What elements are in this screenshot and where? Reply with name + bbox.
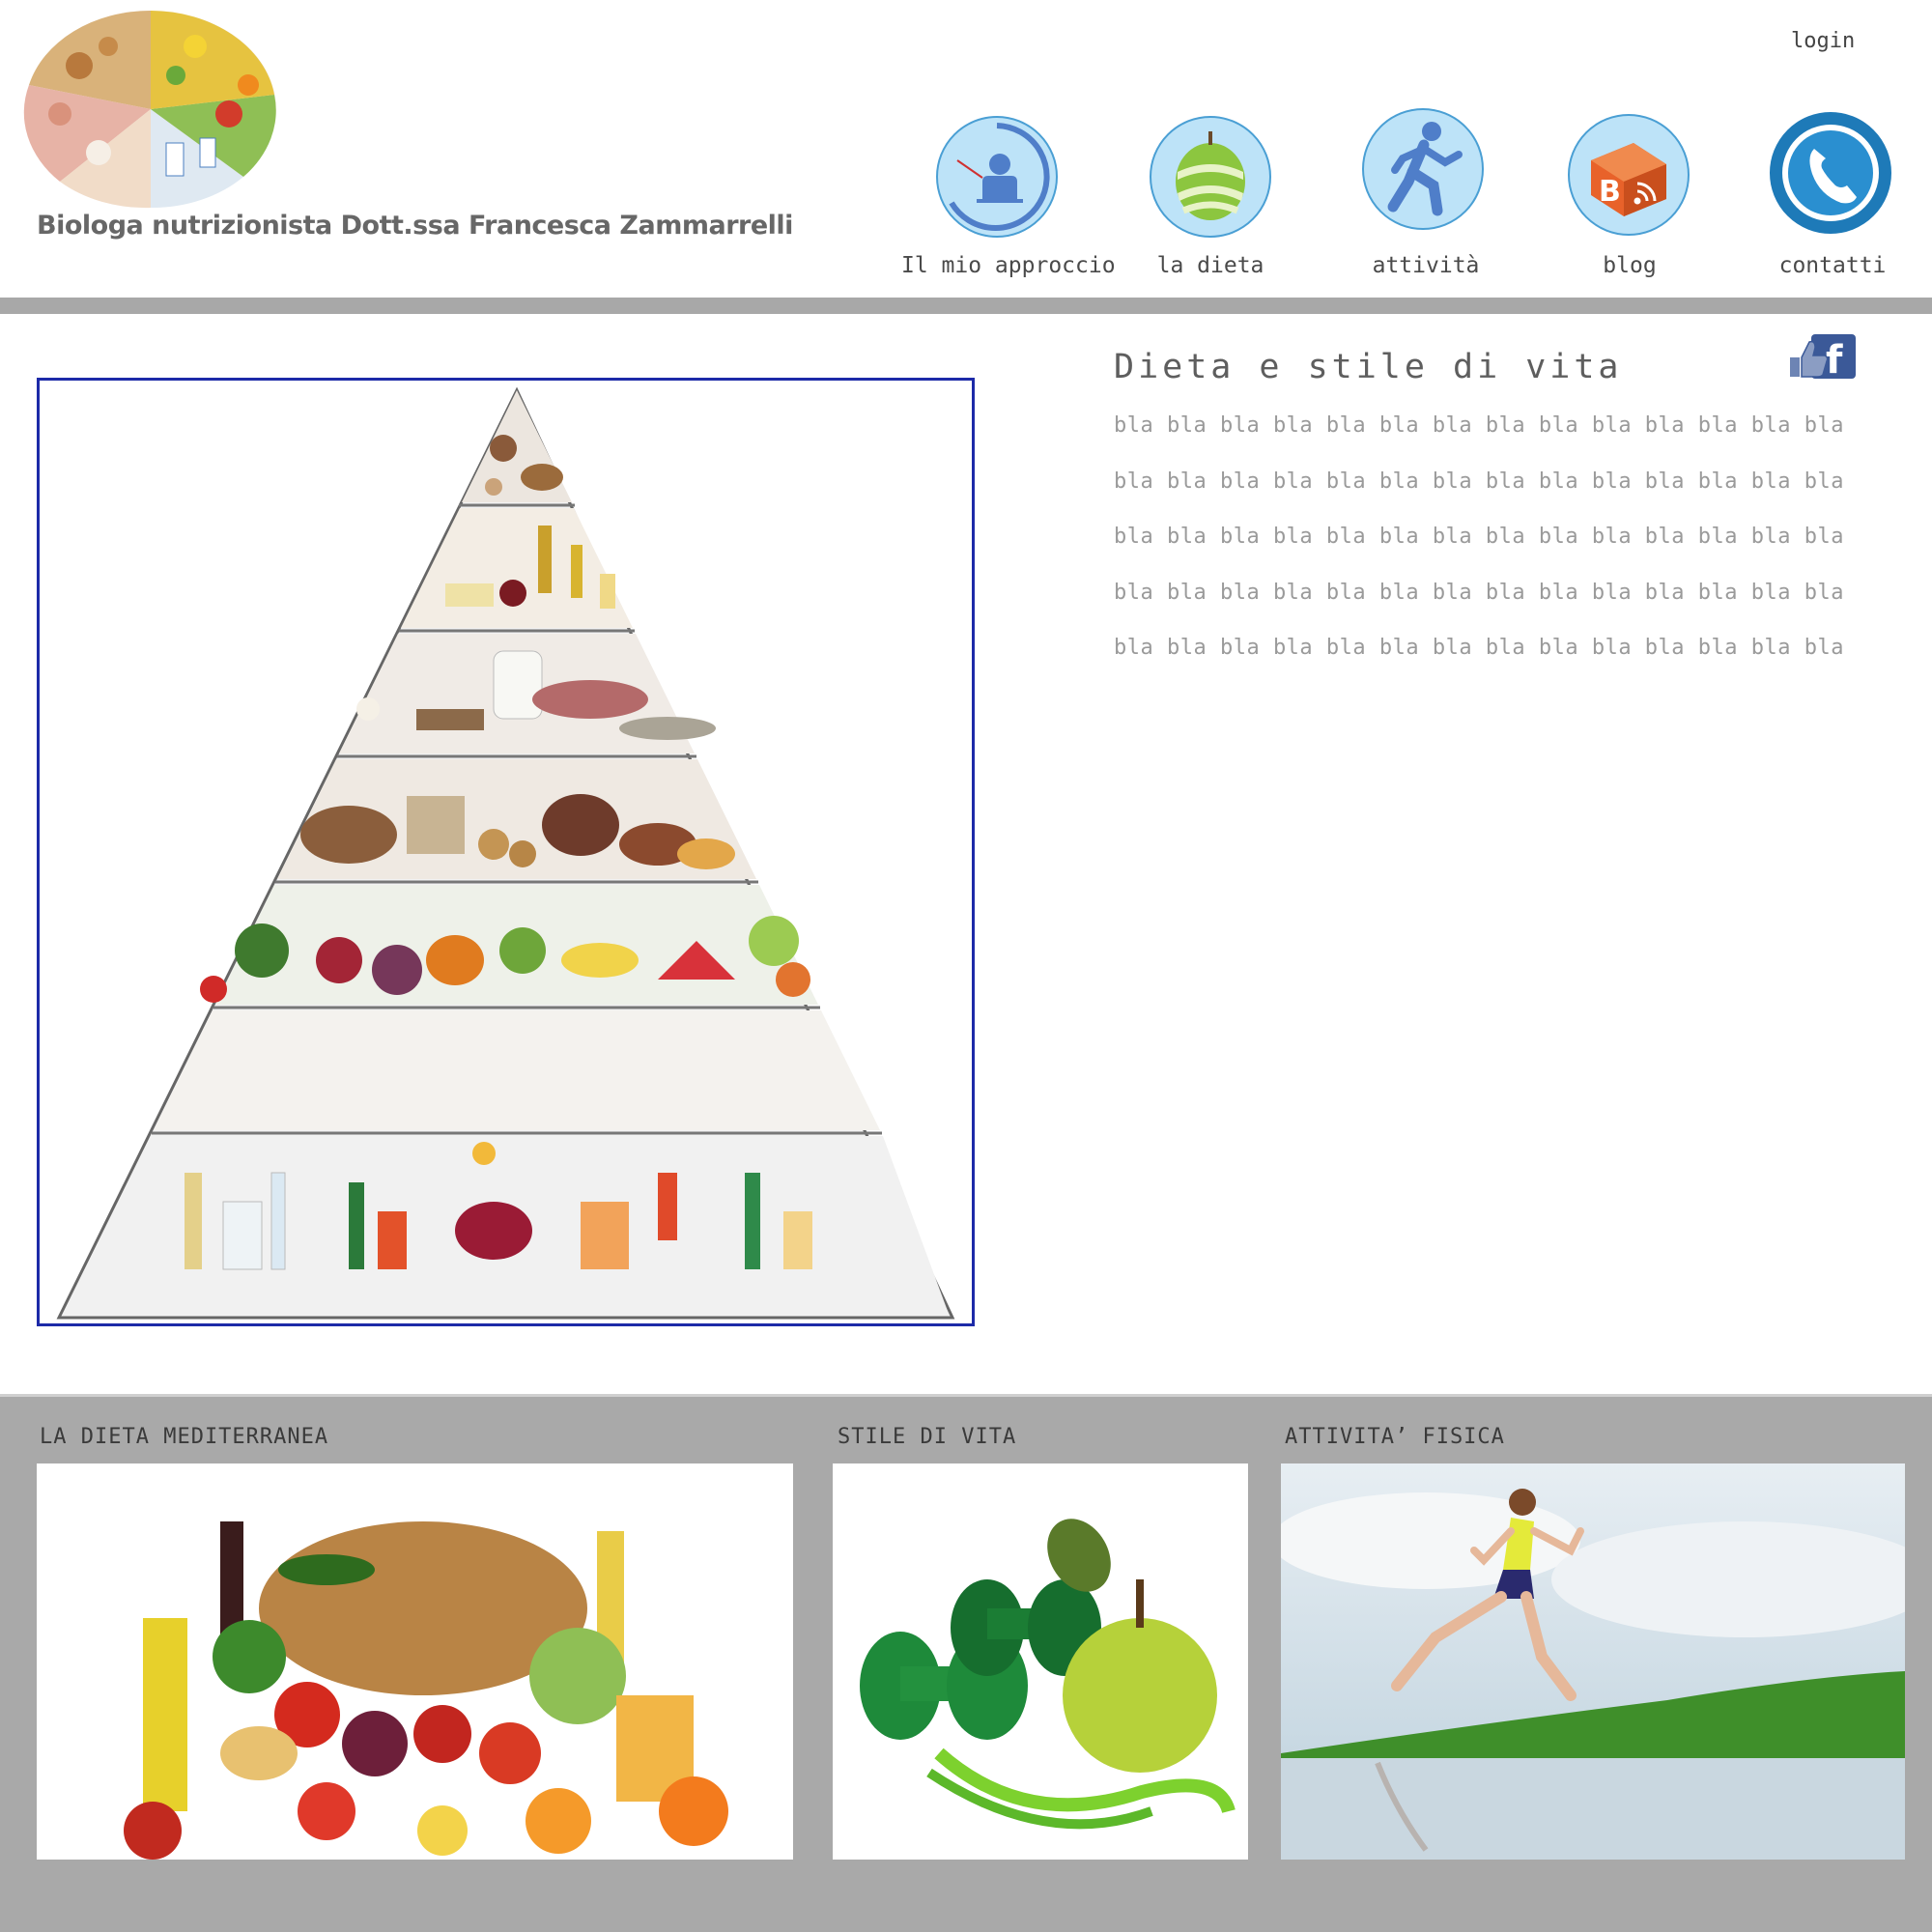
body-line: bla bla bla bla bla bla bla bla bla bla … [1114,636,1844,660]
nav-item-dieta[interactable]: la dieta [1104,106,1317,285]
nav-label-dieta: la dieta [1156,253,1264,278]
blogger-rss-icon: B [1568,114,1690,236]
nav-label-contatti: contatti [1778,253,1887,278]
nav-item-blog[interactable]: B blog [1523,106,1736,285]
svg-text:f: f [1826,338,1843,381]
nav-label-blog: blog [1603,253,1657,278]
body-line: bla bla bla bla bla bla bla bla bla bla … [1114,413,1844,438]
facebook-like-icon[interactable]: f [1786,332,1858,383]
login-link[interactable]: login [1791,29,1855,53]
apple-peel-icon [1150,116,1271,238]
body-line: bla bla bla bla bla bla bla bla bla bla … [1114,469,1844,494]
body-line: bla bla bla bla bla bla bla bla bla bla … [1114,525,1844,549]
nav-item-approccio[interactable]: Il mio approccio [901,106,1116,285]
runner-icon [1362,108,1484,230]
card-title-stile-di-vita: STILE DI VITA [838,1425,1017,1449]
card-title-dieta-mediterranea: LA DIETA MEDITERRANEA [40,1425,329,1449]
food-pyramid-image[interactable] [37,378,975,1326]
nav-item-attivita[interactable]: attività [1320,106,1532,285]
food-wheel-logo[interactable] [21,8,280,211]
mediterranean-food-image[interactable] [37,1463,793,1860]
footer-section: LA DIETA MEDITERRANEA STILE DI VITA ATTI… [0,1394,1932,1932]
body-line: bla bla bla bla bla bla bla bla bla bla … [1114,580,1844,605]
header-divider [0,298,1932,314]
brand-name: Biologa nutrizionista Dott.ssa Francesca… [37,211,793,241]
nav-label-approccio: Il mio approccio [901,253,1116,278]
nav-item-contatti[interactable]: contatti [1726,106,1932,285]
phone-icon [1770,112,1891,234]
svg-text:B: B [1599,175,1621,209]
nav-label-attivita: attività [1372,253,1480,278]
section-title: Dieta e stile di vita [1114,348,1623,386]
site-header: Biologa nutrizionista Dott.ssa Francesca… [0,0,1932,298]
body-text: bla bla bla bla bla bla bla bla bla bla … [1114,412,1877,690]
card-title-attivita-fisica: ATTIVITA’ FISICA [1285,1425,1505,1449]
presenter-icon [936,116,1058,238]
dumbbell-apple-image[interactable] [833,1463,1248,1860]
runner-photo-image[interactable] [1281,1463,1905,1860]
